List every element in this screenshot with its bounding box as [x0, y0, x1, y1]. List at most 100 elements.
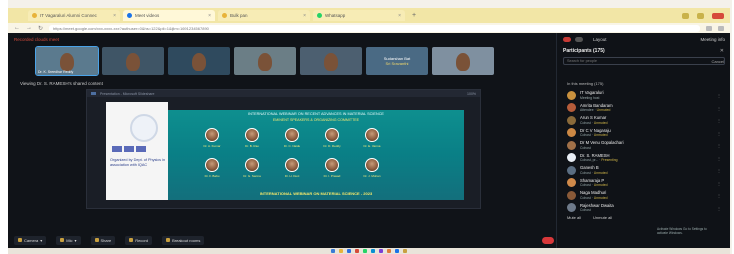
participant-video	[192, 53, 206, 71]
caption-icon[interactable]	[575, 36, 583, 42]
close-tab-icon[interactable]: ×	[208, 13, 211, 19]
taskbar-app-icon[interactable]	[355, 249, 359, 253]
taskbar-app-icon[interactable]	[347, 249, 351, 253]
close-tab-icon[interactable]: ×	[303, 13, 306, 19]
control-mic-button[interactable]: Mic ▾	[56, 235, 81, 245]
participant-tile[interactable]	[234, 47, 296, 75]
participant-search-input[interactable]: Search for people	[563, 57, 725, 65]
url-field[interactable]: https://meet.google.com/xxx-xxxx-xxx?aut…	[49, 24, 700, 32]
participant-row[interactable]: Dr C V Nagaraju Cohost · Unmuted ⋮	[567, 127, 725, 140]
participant-role: Cohost	[580, 208, 591, 212]
participant-status: Unmuted	[593, 183, 608, 187]
logo-icon	[124, 146, 134, 152]
in-meeting-section[interactable]: In this meeting (175)	[567, 81, 603, 86]
avatar	[567, 203, 576, 213]
more-options-icon[interactable]: ⋮	[717, 168, 721, 173]
participant-tile[interactable]: Sudarshan Bat Sri Sravanthi	[366, 47, 428, 75]
participant-video	[258, 53, 272, 71]
browser-tab-bar: IT Vagaraluri Alumni Connec × Meet videos ×…	[8, 8, 730, 23]
leave-call-button[interactable]	[542, 236, 554, 244]
browser-tab[interactable]: Meet videos ×	[123, 10, 215, 21]
os-taskbar	[8, 248, 730, 254]
new-tab-icon[interactable]: +	[412, 12, 416, 19]
favicon-icon	[32, 13, 37, 18]
chevron-down-icon[interactable]: ▾	[74, 238, 76, 243]
avatar	[567, 128, 576, 138]
speaker-photo	[245, 128, 259, 142]
participant-tile[interactable]	[300, 47, 362, 75]
forward-icon[interactable]: →	[26, 25, 32, 31]
browser-tab[interactable]: IT Vagaraluri Alumni Connec ×	[28, 10, 120, 21]
taskbar-app-icon[interactable]	[371, 249, 375, 253]
more-options-icon[interactable]: ⋮	[717, 118, 721, 123]
control-icon	[166, 238, 171, 242]
extension-icon[interactable]	[706, 25, 712, 31]
more-options-icon[interactable]: ⋮	[717, 143, 721, 148]
tab-label: Meet videos	[135, 13, 160, 18]
taskbar-app-icon[interactable]	[379, 249, 383, 253]
speaker-name: Dr. A. Kumar	[203, 144, 221, 148]
close-window-icon[interactable]	[712, 12, 724, 19]
participant-status: Unmuted	[593, 133, 608, 137]
more-options-icon[interactable]: ⋮	[717, 131, 721, 136]
zoom-level: 100%	[467, 91, 476, 96]
participant-row[interactable]: Ganesh B Cohost · Unmuted ⋮	[567, 164, 725, 177]
taskbar-app-icon[interactable]	[331, 249, 335, 253]
reload-icon[interactable]: ↻	[38, 25, 43, 32]
participant-row[interactable]: Dr M Venu Gopalachari Cohost ⋮	[567, 139, 725, 152]
meeting-title: Recorded clouds meet	[14, 36, 60, 42]
speaker-photo	[365, 128, 379, 142]
tab-label: Whatsapp	[325, 13, 346, 18]
layout-button[interactable]: Layout	[593, 37, 607, 42]
control-label: Camera	[24, 237, 39, 243]
taskbar-app-icon[interactable]	[339, 249, 343, 253]
more-options-icon[interactable]: ⋮	[717, 93, 721, 98]
participant-row[interactable]: IT Vagaraluri Meeting host ⋮	[567, 89, 725, 102]
participant-tile[interactable]: Dr. K. Sreedhar Reddy	[35, 46, 99, 76]
participant-row[interactable]: Rajeshwar Dwaita Cohost ⋮	[567, 202, 725, 215]
close-icon[interactable]: ✕	[720, 48, 724, 54]
more-options-icon[interactable]: ⋮	[717, 193, 721, 198]
close-tab-icon[interactable]: ×	[398, 13, 401, 19]
minimize-icon[interactable]	[682, 12, 689, 19]
institution-seal-icon	[130, 114, 158, 142]
participant-row[interactable]: Naga Madhuri Cohost · Unmuted ⋮	[567, 189, 725, 202]
control-share-button[interactable]: Share	[90, 235, 116, 245]
unmute-all-button[interactable]: Unmute all	[593, 215, 612, 220]
taskbar-app-icon[interactable]	[387, 249, 391, 253]
control-camera-button[interactable]: Camera ▾	[14, 235, 47, 245]
back-icon[interactable]: ←	[14, 25, 20, 31]
speaker-photo	[365, 158, 379, 172]
mute-all-button[interactable]: Mute all	[567, 215, 581, 220]
profile-icon[interactable]	[718, 25, 724, 31]
avatar	[567, 165, 576, 175]
more-options-icon[interactable]: ⋮	[717, 181, 721, 186]
participant-row[interactable]: Dr. S. RAMESH Cohost, pr... · Presenting ⋮	[567, 152, 725, 165]
taskbar-app-icon[interactable]	[363, 249, 367, 253]
close-tab-icon[interactable]: ×	[113, 13, 116, 19]
avatar	[567, 140, 576, 150]
speaker-name: Dr. J. Mohan	[363, 174, 381, 178]
participant-tile[interactable]	[102, 47, 164, 75]
meeting-info-button[interactable]: Meeting info	[700, 37, 725, 42]
browser-tab[interactable]: Bulk pan ×	[218, 10, 310, 21]
control-record-button[interactable]: Record	[125, 235, 153, 245]
more-options-icon[interactable]: ⋮	[717, 156, 721, 161]
cancel-button[interactable]: Cancel	[712, 59, 724, 64]
speaker-photo	[205, 128, 219, 142]
participant-row[interactable]: Arun S Kumar Cohost · Unmuted ⋮	[567, 114, 725, 127]
more-options-icon[interactable]: ⋮	[717, 206, 721, 211]
maximize-icon[interactable]	[697, 12, 704, 19]
avatar	[567, 103, 576, 113]
participant-tile[interactable]	[432, 47, 494, 75]
taskbar-app-icon[interactable]	[395, 249, 399, 253]
more-options-icon[interactable]: ⋮	[717, 106, 721, 111]
taskbar-app-icon[interactable]	[403, 249, 407, 253]
participant-row[interactable]: Amrita Bandaram Attendee · Unmuted ⋮	[567, 102, 725, 115]
speaker-name: Dr. D. Reddy	[323, 144, 341, 148]
chevron-down-icon[interactable]: ▾	[40, 238, 42, 243]
participant-tile[interactable]	[168, 47, 230, 75]
browser-tab[interactable]: Whatsapp ×	[313, 10, 405, 21]
participant-row[interactable]: Shamaraja P Cohost · Unmuted ⋮	[567, 177, 725, 190]
control-breakout-rooms-button[interactable]: Breakout rooms	[162, 235, 205, 245]
